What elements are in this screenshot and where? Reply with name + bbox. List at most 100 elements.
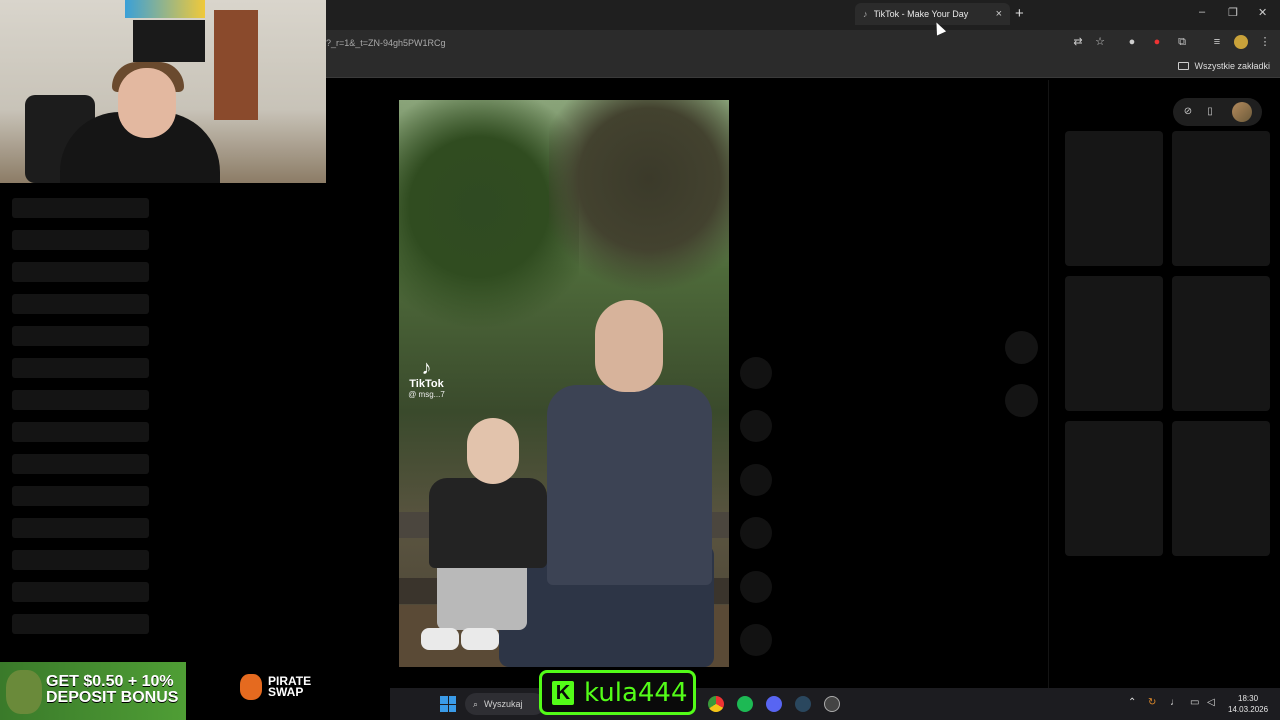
new-tab-button[interactable]: + <box>1015 5 1024 22</box>
obs-icon[interactable] <box>824 696 840 712</box>
screen: ♪ TikTok - Make Your Day × + – ❐ ✕ ?_r=1… <box>0 0 1280 720</box>
avatar[interactable] <box>1232 102 1252 122</box>
sidebar-skeleton <box>12 198 149 218</box>
sidebar-skeleton <box>12 454 149 474</box>
sidebar-skeleton <box>12 422 149 442</box>
video-person <box>437 558 527 630</box>
kick-logo-icon: K <box>552 680 574 705</box>
menu-kebab-icon[interactable]: ⋮ <box>1258 35 1272 49</box>
video-person <box>595 300 663 392</box>
extensions-puzzle-icon[interactable]: ⧉ <box>1175 35 1189 49</box>
sidebar-skeleton <box>12 614 149 634</box>
updates-icon[interactable]: ↻ <box>1148 697 1156 708</box>
pirate-mascot-icon <box>6 670 42 714</box>
sidebar-skeleton <box>12 294 149 314</box>
sidebar-skeleton <box>12 582 149 602</box>
recommended-tile[interactable] <box>1065 131 1163 266</box>
all-bookmarks-button[interactable]: Wszystkie zakładki <box>1178 61 1270 71</box>
video-person <box>547 385 712 585</box>
reading-list-icon[interactable]: ≡ <box>1210 35 1224 49</box>
sidebar-skeleton <box>12 390 149 410</box>
chevron-up-icon[interactable]: ⌃ <box>1128 697 1136 708</box>
restore-button[interactable]: ❐ <box>1228 6 1238 19</box>
ad-text: GET $0.50 + 10% DEPOSIT BONUS <box>46 674 178 706</box>
ad-line-1: GET $0.50 + 10% <box>46 673 174 690</box>
recommended-tile[interactable] <box>1065 276 1163 411</box>
taskbar-search[interactable]: ⌕ Wyszukaj <box>465 693 545 715</box>
like-button[interactable] <box>740 357 772 389</box>
url-field[interactable]: ?_r=1&_t=ZN-94gh5PW1RCg <box>326 38 446 48</box>
panel-divider <box>1048 80 1049 688</box>
kick-username-badge: K kula444 <box>539 670 696 715</box>
recommended-tile[interactable] <box>1172 276 1270 411</box>
tab-close-icon[interactable]: × <box>996 8 1002 20</box>
windows-start-icon[interactable] <box>440 696 456 712</box>
webcam-door <box>214 10 258 120</box>
sidebar-skeleton <box>12 262 149 282</box>
comment-button[interactable] <box>740 410 772 442</box>
video-player[interactable]: ♪ TikTok @ msg...7 <box>399 100 729 667</box>
sidebar-skeleton <box>12 230 149 250</box>
sidebar-skeleton <box>12 550 149 570</box>
recommended-tile[interactable] <box>1172 421 1270 556</box>
folder-icon <box>1178 62 1190 70</box>
close-window-button[interactable]: ✕ <box>1258 6 1267 19</box>
kick-username: kula444 <box>584 677 688 708</box>
video-tree <box>549 100 729 300</box>
search-placeholder: Wyszukaj <box>484 699 523 709</box>
clock-time: 18:30 <box>1238 694 1259 703</box>
brand-text: PIRATE SWAP <box>268 675 311 699</box>
chrome-icon[interactable] <box>708 696 724 712</box>
music-button[interactable] <box>740 624 772 656</box>
tab-tiktok[interactable]: ♪ TikTok - Make Your Day × <box>855 3 1010 25</box>
microphone-icon[interactable]: ♩ <box>1170 697 1180 708</box>
video-person <box>467 418 519 484</box>
profile-avatar[interactable] <box>1234 35 1248 49</box>
recommended-tile[interactable] <box>1065 421 1163 556</box>
share-button[interactable] <box>740 517 772 549</box>
volume-icon[interactable]: ◁ <box>1207 697 1215 708</box>
next-video-button[interactable] <box>1005 384 1038 417</box>
sidebar-skeleton <box>12 326 149 346</box>
discord-icon[interactable] <box>766 696 782 712</box>
adblock-icon[interactable]: ● <box>1150 35 1164 49</box>
bookmark-star-icon[interactable]: ☆ <box>1093 35 1107 49</box>
tiktok-watermark: ♪ TikTok @ msg...7 <box>404 358 449 399</box>
save-button[interactable] <box>740 464 772 496</box>
pirate-logo-icon <box>240 674 262 700</box>
watermark-brand: TikTok <box>409 378 444 390</box>
sidebar-skeleton <box>12 486 149 506</box>
sponsor-ad: GET $0.50 + 10% DEPOSIT BONUS <box>0 662 186 720</box>
taskbar-clock[interactable]: 18:30 14.03.2026 <box>1228 693 1268 715</box>
watermark-handle: @ msg...7 <box>408 390 445 399</box>
brand-line-2: SWAP <box>268 685 304 699</box>
display-icon[interactable]: ▭ <box>1190 697 1199 708</box>
device-icon[interactable]: ▯ <box>1203 105 1217 119</box>
sidebar-skeleton <box>12 518 149 538</box>
clock-date: 14.03.2026 <box>1228 705 1269 714</box>
sidebar-skeleton <box>12 358 149 378</box>
search-icon: ⌕ <box>473 698 479 709</box>
pirate-swap-logo: PIRATE SWAP <box>240 674 311 700</box>
extension-icon[interactable]: ● <box>1125 35 1139 49</box>
steam-icon[interactable] <box>795 696 811 712</box>
more-button[interactable] <box>740 571 772 603</box>
translate-icon[interactable]: ⇄ <box>1071 35 1085 49</box>
ad-line-2: DEPOSIT BONUS <box>46 689 179 706</box>
all-bookmarks-label: Wszystkie zakładki <box>1194 61 1270 71</box>
tiktok-logo-icon: ♪ <box>421 357 432 379</box>
compass-icon[interactable]: ⊘ <box>1181 105 1195 119</box>
previous-video-button[interactable] <box>1005 331 1038 364</box>
video-person <box>429 478 547 568</box>
tab-title: TikTok - Make Your Day <box>873 9 969 19</box>
spotify-icon[interactable] <box>737 696 753 712</box>
tiktok-favicon-icon: ♪ <box>863 9 868 19</box>
video-shoe <box>461 628 499 650</box>
webcam-streamer <box>118 68 176 138</box>
webcam-monitor <box>133 20 205 62</box>
webcam-flag <box>125 0 205 18</box>
minimize-button[interactable]: – <box>1199 6 1205 18</box>
streamer-webcam <box>0 0 326 183</box>
recommended-tile[interactable] <box>1172 131 1270 266</box>
video-shoe <box>421 628 459 650</box>
